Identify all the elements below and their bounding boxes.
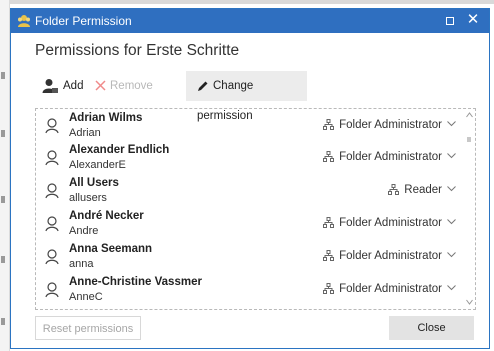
user-name: All Users xyxy=(69,177,119,189)
scroll-thumb[interactable] xyxy=(467,137,471,142)
user-login: AlexanderE xyxy=(69,159,126,171)
background-tick xyxy=(1,256,5,263)
background-tick xyxy=(1,318,5,325)
org-chart-icon xyxy=(323,283,335,294)
reset-permissions-button[interactable]: Reset permissions xyxy=(35,316,141,340)
permission-value: Folder Administrator xyxy=(339,250,442,262)
org-chart-icon xyxy=(388,184,400,195)
chevron-down-icon xyxy=(447,153,456,159)
page-title: Permissions for Erste Schritte xyxy=(35,42,240,59)
remove-button-label: Remove xyxy=(110,80,153,92)
user-name: Anne-Christine Vassmer xyxy=(69,276,202,288)
user-outline-icon xyxy=(45,282,59,298)
remove-x-icon xyxy=(95,80,106,91)
title-bar[interactable]: Folder Permission ✕ xyxy=(11,9,489,33)
permission-dropdown[interactable]: Folder Administrator xyxy=(323,119,456,131)
scroll-up-icon[interactable] xyxy=(466,112,473,118)
pencil-icon xyxy=(198,81,208,91)
permission-value: Folder Administrator xyxy=(339,217,442,229)
background-strip xyxy=(0,0,494,4)
chevron-down-icon xyxy=(447,219,456,225)
permission-value: Reader xyxy=(404,184,442,196)
user-name: Anna Seemann xyxy=(69,243,153,255)
permission-dropdown[interactable]: Folder Administrator xyxy=(323,151,456,163)
permission-dropdown[interactable]: Reader xyxy=(388,184,456,196)
list-item[interactable]: Anne-Christine Vassmer AnneC Folder Admi… xyxy=(36,274,464,306)
list-item[interactable]: All Users allusers Reader xyxy=(36,175,464,207)
background-tick xyxy=(1,196,5,203)
change-permission-button[interactable]: Change permission xyxy=(186,71,307,122)
permission-dropdown[interactable]: Folder Administrator xyxy=(323,250,456,262)
user-name: Alexander Endlich xyxy=(69,144,170,156)
user-outline-icon xyxy=(45,118,59,134)
chevron-down-icon xyxy=(447,285,456,291)
permission-value: Folder Administrator xyxy=(339,283,442,295)
window-close-button[interactable]: ✕ xyxy=(465,11,481,29)
toolbar: Add Remove Change permission xyxy=(35,71,307,122)
chevron-down-icon xyxy=(447,252,456,258)
background-window-edge xyxy=(0,0,10,351)
close-button[interactable]: Close xyxy=(389,316,474,340)
list-item[interactable]: Adrian Wilms Adrian Folder Administrator xyxy=(36,110,464,142)
user-name: Adrian Wilms xyxy=(69,112,143,124)
add-user-icon xyxy=(42,78,58,93)
permission-value: Folder Administrator xyxy=(339,119,442,131)
user-login: allusers xyxy=(69,192,107,204)
permission-dropdown[interactable]: Folder Administrator xyxy=(323,283,456,295)
user-login: Andre xyxy=(69,225,99,237)
folder-users-icon xyxy=(18,15,30,27)
list-scrollbar[interactable] xyxy=(465,110,474,308)
user-outline-icon xyxy=(45,150,59,166)
org-chart-icon xyxy=(323,250,335,261)
user-login: Adrian xyxy=(69,127,101,139)
maximize-button[interactable] xyxy=(443,14,457,28)
user-login: anna xyxy=(69,258,94,270)
background-tick xyxy=(1,130,5,137)
add-button[interactable]: Add xyxy=(41,71,83,101)
list-item[interactable]: Anna Seemann anna Folder Administrator xyxy=(36,241,464,273)
user-outline-icon xyxy=(45,216,59,232)
chevron-down-icon xyxy=(447,121,456,127)
permission-dropdown[interactable]: Folder Administrator xyxy=(323,217,456,229)
list-item[interactable]: André Necker Andre Folder Administrator xyxy=(36,208,464,240)
chevron-down-icon xyxy=(447,186,456,192)
org-chart-icon xyxy=(323,119,335,130)
user-login: AnneC xyxy=(69,291,103,303)
background-tick xyxy=(1,72,5,79)
scroll-down-icon[interactable] xyxy=(466,299,473,305)
org-chart-icon xyxy=(323,217,335,228)
user-outline-icon xyxy=(45,249,59,265)
user-name: André Necker xyxy=(69,210,144,222)
permission-list[interactable]: Adrian Wilms Adrian Folder Administrator… xyxy=(35,108,476,310)
org-chart-icon xyxy=(323,151,335,162)
window-title: Folder Permission xyxy=(35,14,132,28)
folder-permission-dialog: Folder Permission ✕ Permissions for Erst… xyxy=(10,8,490,349)
permission-value: Folder Administrator xyxy=(339,151,442,163)
add-button-label: Add xyxy=(63,80,84,92)
remove-button[interactable]: Remove xyxy=(95,71,153,101)
list-item[interactable]: Alexander Endlich AlexanderE Folder Admi… xyxy=(36,142,464,174)
user-outline-icon xyxy=(45,183,59,199)
